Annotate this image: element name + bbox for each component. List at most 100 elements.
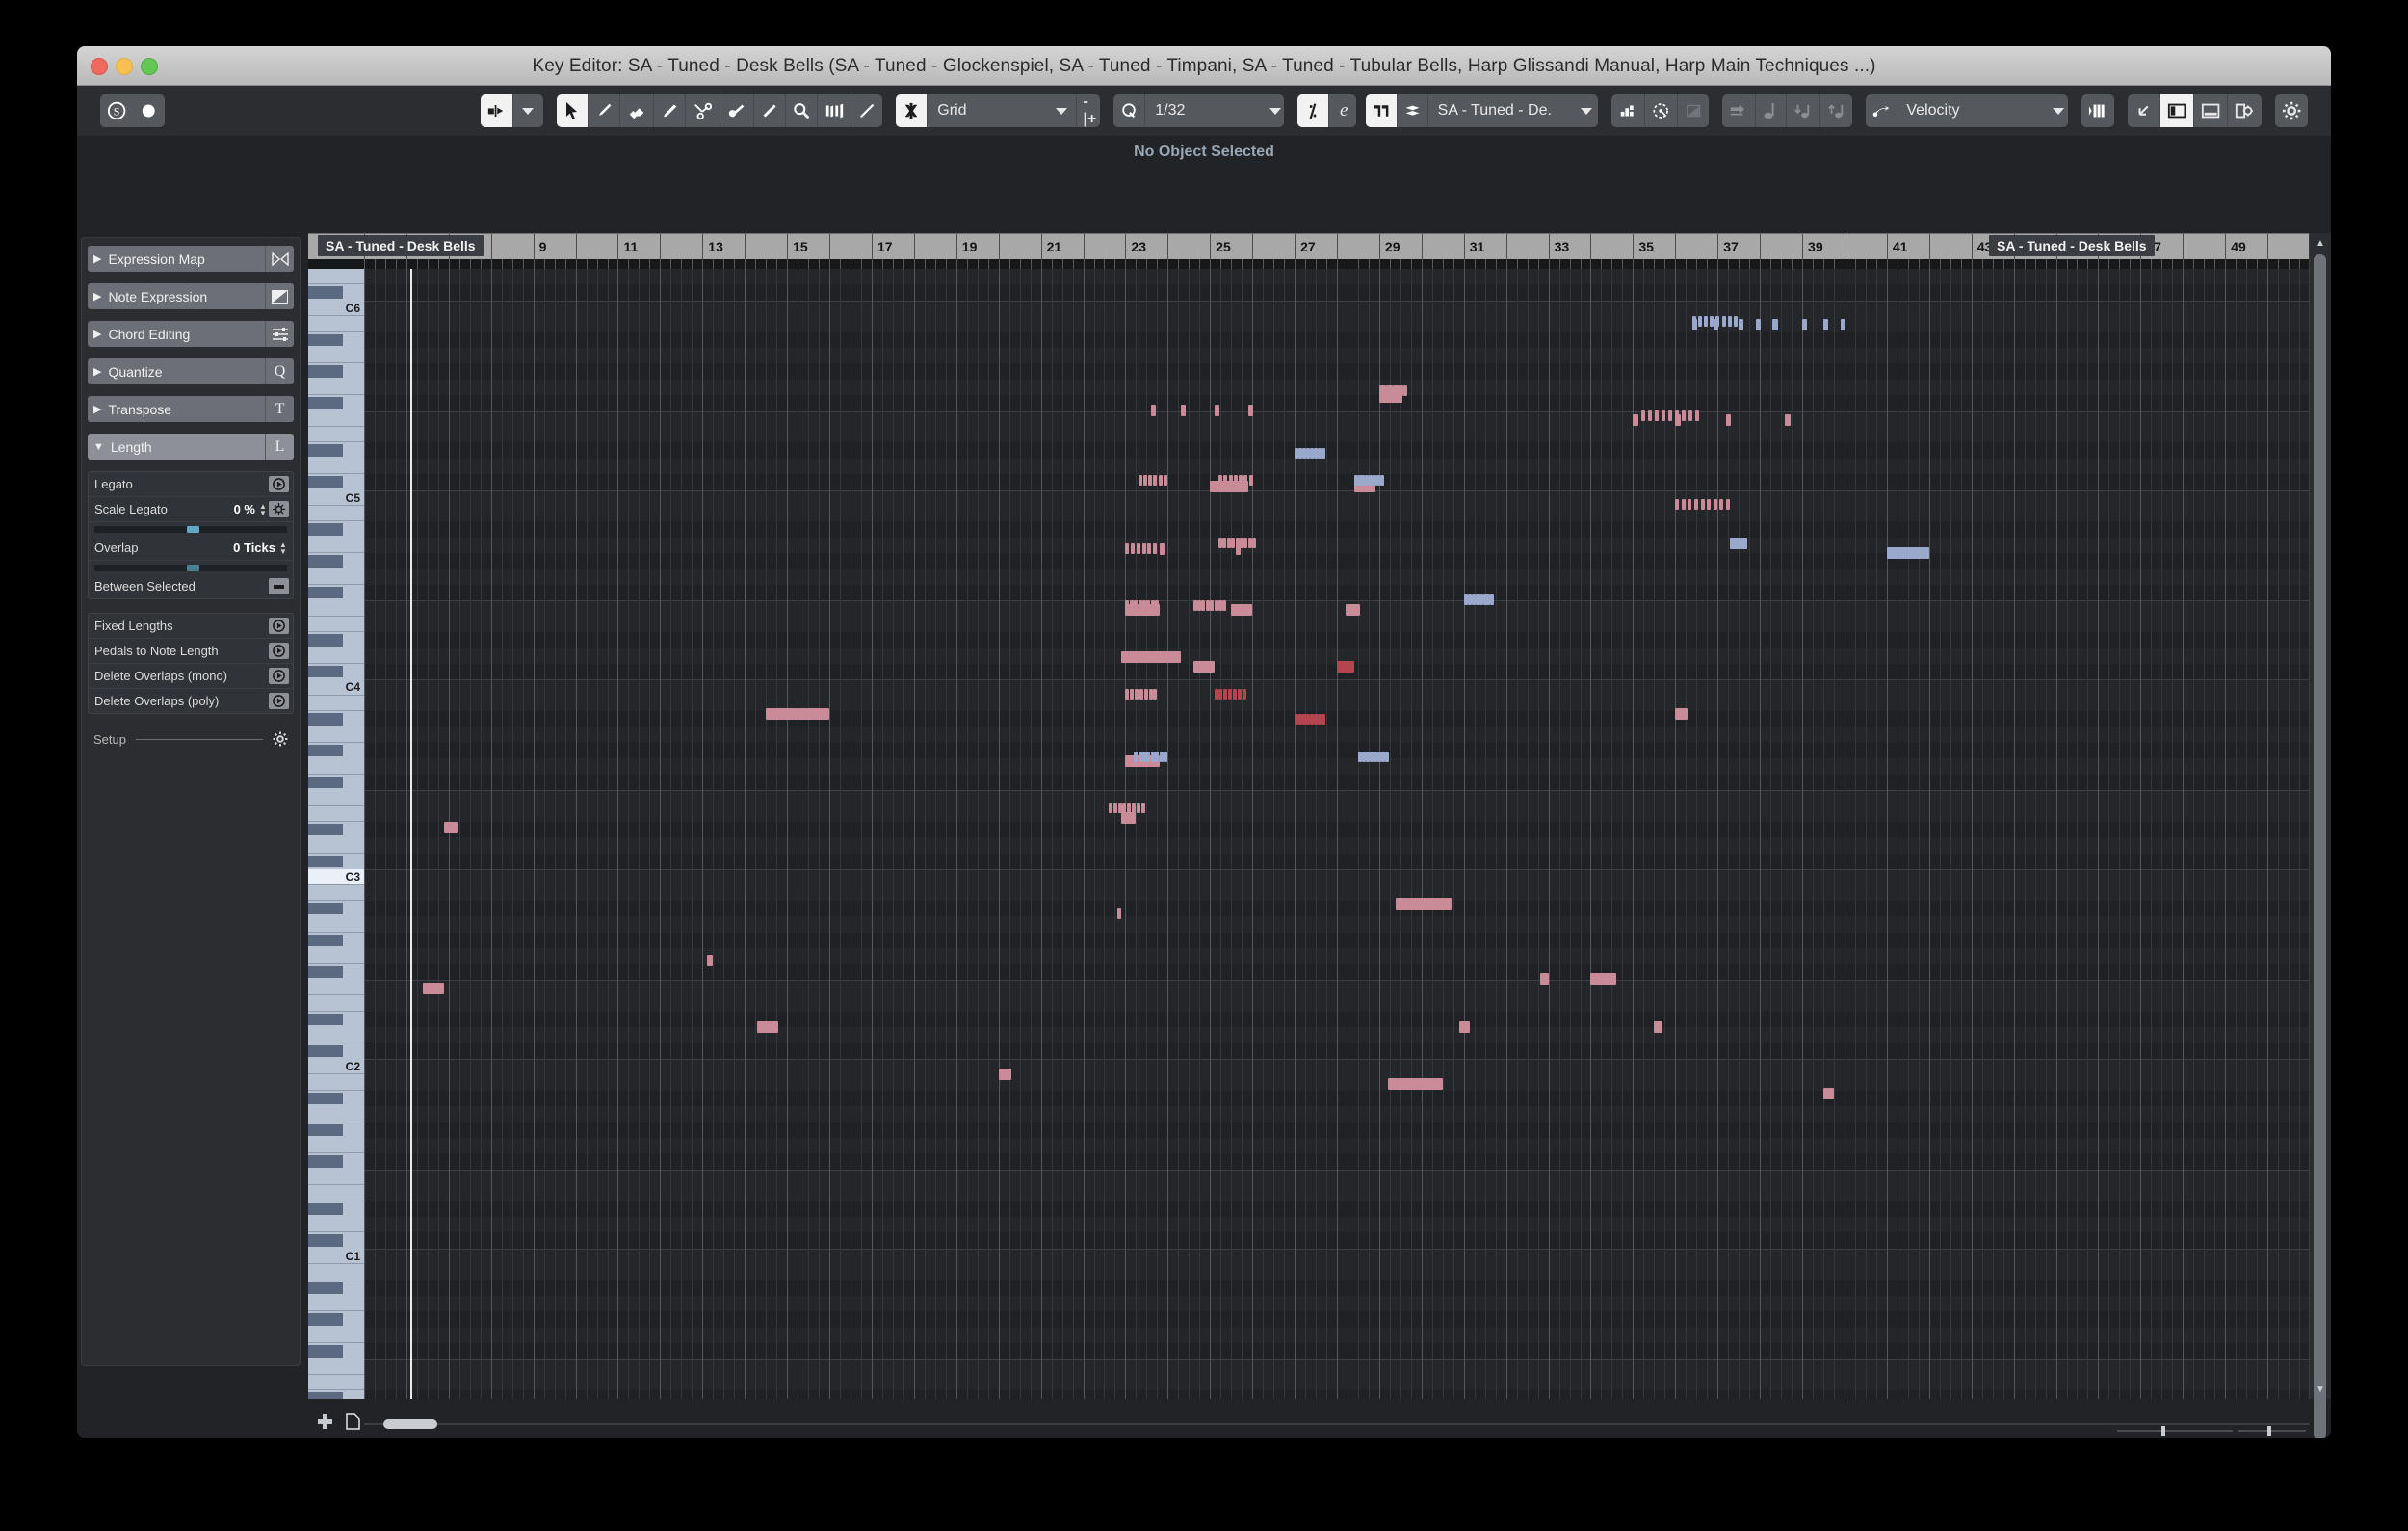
midi-note[interactable] — [1785, 414, 1791, 427]
midi-note[interactable] — [1739, 319, 1744, 331]
midi-note[interactable] — [766, 708, 830, 721]
piano-white-key[interactable] — [308, 1027, 364, 1043]
midi-note[interactable] — [1180, 405, 1186, 417]
midi-note[interactable] — [1134, 600, 1139, 612]
midi-note[interactable] — [1475, 594, 1479, 606]
piano-white-key[interactable] — [308, 790, 364, 806]
piano-white-key[interactable] — [308, 1074, 364, 1091]
midi-note[interactable] — [1121, 812, 1137, 825]
piano-white-key[interactable] — [308, 995, 364, 1012]
piano-white-key[interactable] — [308, 806, 364, 822]
piano-white-key[interactable] — [308, 348, 364, 364]
midi-note[interactable] — [1840, 319, 1845, 331]
midi-note[interactable] — [1131, 543, 1136, 555]
midi-note[interactable] — [1152, 543, 1157, 555]
midi-note[interactable] — [1135, 689, 1139, 700]
midi-note[interactable] — [1163, 475, 1167, 487]
project-cursor[interactable] — [410, 269, 412, 1399]
midi-note[interactable] — [1192, 600, 1197, 612]
midi-note[interactable] — [1321, 448, 1325, 460]
piano-white-key[interactable] — [308, 727, 364, 743]
midi-note[interactable] — [706, 955, 714, 967]
piano-white-key[interactable] — [308, 316, 364, 332]
midi-note[interactable] — [1688, 410, 1693, 422]
midi-note[interactable] — [1380, 475, 1385, 487]
midi-note[interactable] — [1396, 898, 1452, 911]
piano-black-key[interactable] — [308, 397, 343, 409]
show-lower-zone-icon[interactable] — [2193, 94, 2227, 127]
auto-select-dropdown[interactable] — [511, 94, 543, 127]
piano-white-key[interactable] — [308, 1264, 364, 1280]
gear-icon[interactable] — [273, 731, 288, 747]
midi-note[interactable] — [1222, 600, 1227, 612]
piano-black-key[interactable] — [308, 587, 343, 599]
midi-note[interactable] — [1384, 752, 1389, 763]
piano-black-key[interactable] — [308, 934, 343, 947]
between-selected-row[interactable]: Between Selected — [89, 574, 293, 598]
midi-note[interactable] — [1153, 475, 1158, 487]
note-grid[interactable] — [364, 269, 2310, 1399]
part-selector-combo[interactable]: SA - Tuned - De. — [1426, 94, 1598, 127]
piano-black-key[interactable] — [308, 333, 343, 346]
midi-note[interactable] — [757, 1021, 779, 1034]
midi-note[interactable] — [998, 1069, 1011, 1081]
midi-note[interactable] — [1150, 752, 1155, 763]
midi-note[interactable] — [1733, 316, 1738, 328]
midi-note[interactable] — [1228, 689, 1233, 700]
mute-tool[interactable] — [719, 94, 753, 127]
show-inspector-icon[interactable] — [2159, 94, 2194, 127]
piano-white-key[interactable] — [308, 1328, 364, 1344]
midi-note[interactable] — [1633, 414, 1638, 427]
midi-note[interactable] — [1141, 543, 1146, 555]
midi-note[interactable] — [1223, 689, 1228, 700]
line-tool[interactable] — [851, 94, 882, 127]
sidebar-item-length[interactable]: ▼ Length L — [88, 434, 294, 460]
midi-note[interactable] — [1248, 475, 1253, 487]
horizontal-scrollbar[interactable] — [364, 1416, 2310, 1432]
piano-white-key[interactable] — [308, 506, 364, 522]
midi-note[interactable] — [1675, 499, 1680, 511]
midi-note[interactable] — [1210, 600, 1215, 612]
object-selection-tool[interactable] — [556, 94, 588, 127]
midi-note[interactable] — [1136, 543, 1140, 555]
legato-apply-button[interactable] — [269, 476, 289, 492]
magnifier-icon[interactable] — [784, 94, 817, 127]
midi-note[interactable] — [1197, 600, 1202, 612]
midi-note[interactable] — [1237, 689, 1242, 700]
piano-black-key[interactable] — [308, 1313, 343, 1326]
piano-black-key[interactable] — [308, 555, 343, 568]
zoom-tool[interactable] — [752, 94, 785, 127]
piano-white-key[interactable] — [308, 1296, 364, 1312]
midi-note[interactable] — [1142, 475, 1147, 487]
piano-white-key[interactable] — [308, 885, 364, 901]
midi-note[interactable] — [1205, 600, 1210, 612]
midi-note[interactable] — [1353, 475, 1358, 487]
vertical-scrollbar[interactable]: ▲ ▼ — [2309, 233, 2331, 1438]
midi-note[interactable] — [1590, 973, 1616, 986]
midi-note[interactable] — [1150, 600, 1155, 612]
midi-note[interactable] — [1122, 803, 1127, 814]
midi-note[interactable] — [1112, 803, 1117, 814]
quantize-apply-button[interactable] — [1113, 94, 1144, 127]
sidebar-item-note-expression[interactable]: ▶ Note Expression — [88, 283, 294, 309]
midi-note[interactable] — [1136, 803, 1140, 814]
midi-note[interactable] — [1247, 538, 1252, 549]
midi-note[interactable] — [1231, 538, 1236, 549]
midi-note[interactable] — [1140, 803, 1145, 814]
midi-note[interactable] — [1730, 538, 1747, 550]
setup-window-layout-icon[interactable] — [2227, 94, 2261, 127]
midi-note[interactable] — [1479, 594, 1483, 606]
midi-note[interactable] — [1243, 475, 1248, 487]
delete-overlaps-poly-row[interactable]: Delete Overlaps (poly) — [89, 689, 293, 713]
midi-note[interactable] — [1721, 316, 1726, 328]
midi-note[interactable] — [1321, 714, 1325, 726]
midi-note[interactable] — [1201, 600, 1206, 612]
piano-white-key[interactable] — [308, 916, 364, 933]
snap-icon[interactable] — [896, 94, 928, 127]
grid-plus-minus-button[interactable]: -|+ — [1075, 94, 1101, 127]
piano-white-key[interactable] — [308, 617, 364, 633]
vertical-scroll-thumb[interactable] — [2314, 254, 2326, 1438]
midi-note[interactable] — [1247, 405, 1254, 417]
delete-overlaps-poly-apply-button[interactable] — [269, 693, 289, 709]
piano-white-key[interactable] — [308, 1375, 364, 1391]
